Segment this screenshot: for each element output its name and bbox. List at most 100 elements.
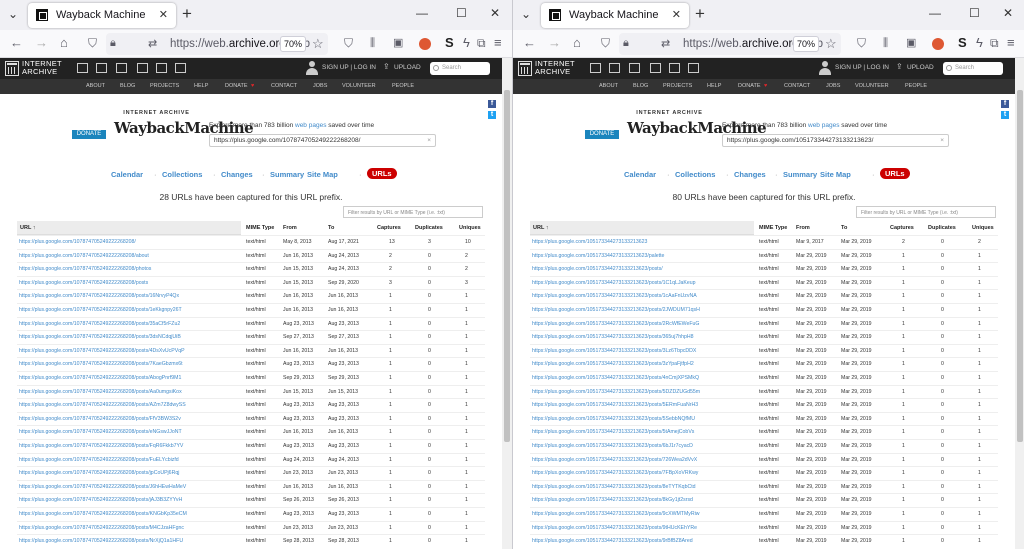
captures-column-header[interactable]: Captures	[377, 225, 401, 231]
wayback-tab-collections[interactable]: Collections	[675, 170, 715, 179]
signup-login-link[interactable]: SIGN UP | LOG IN	[322, 64, 376, 71]
capture-url-link[interactable]: https://plus.google.com/1078747052492222…	[19, 538, 183, 544]
capture-url-link[interactable]: https://plus.google.com/1051733442731332…	[532, 321, 699, 327]
capture-url-link[interactable]: https://plus.google.com/1078747052492222…	[19, 497, 182, 503]
capture-url-link[interactable]: https://plus.google.com/1078747052492222…	[19, 253, 149, 259]
capture-url-link[interactable]: https://plus.google.com/1078747052492222…	[19, 266, 151, 272]
zoom-level[interactable]: 70%	[280, 36, 306, 52]
capture-url-link[interactable]: https://plus.google.com/1078747052492222…	[19, 429, 182, 435]
minimize-icon[interactable]: —	[416, 6, 428, 20]
shield-icon[interactable]: ⛉	[88, 36, 97, 50]
ia-menu-item[interactable]: ABOUT	[86, 83, 105, 89]
ia-menu-item[interactable]: DONATE	[225, 83, 248, 89]
upload-icon[interactable]: ⇪	[896, 62, 903, 71]
uniques-column-header[interactable]: Uniques	[972, 225, 994, 231]
capture-url-link[interactable]: https://plus.google.com/1051733442731332…	[532, 538, 693, 544]
ia-menu-item[interactable]: BLOG	[633, 83, 648, 89]
upload-icon[interactable]: ⇪	[383, 62, 390, 71]
capture-url-link[interactable]: https://plus.google.com/1051733442731332…	[532, 443, 693, 449]
maximize-icon[interactable]: ☐	[969, 6, 980, 20]
wayback-logo[interactable]: Wayback​Machine	[627, 116, 767, 140]
url-column-header[interactable]: URL ↑	[533, 225, 548, 231]
pocket-icon[interactable]: ⛉	[344, 36, 353, 50]
audio-icon[interactable]	[137, 63, 148, 73]
ia-menu-item[interactable]: BLOG	[120, 83, 135, 89]
wayback-tab-changes[interactable]: Changes	[221, 170, 253, 179]
page-scrollbar[interactable]	[1015, 58, 1024, 549]
capture-url-link[interactable]: https://plus.google.com/1078747052492222…	[19, 443, 183, 449]
capture-url-link[interactable]: https://plus.google.com/1051733442731332…	[532, 429, 694, 435]
capture-url-link[interactable]: https://plus.google.com/1078747052492222…	[19, 321, 180, 327]
extensions-icon[interactable]: ⧉	[990, 36, 999, 50]
mime-column-header[interactable]: MIME Type	[759, 225, 787, 231]
tab-list-icon[interactable]: ⌄	[8, 7, 18, 21]
capture-url-link[interactable]: https://plus.google.com/1051733442731332…	[532, 375, 699, 381]
duplicates-column-header[interactable]: Duplicates	[415, 225, 443, 231]
from-column-header[interactable]: From	[283, 225, 297, 231]
capture-url-link[interactable]: https://plus.google.com/1051733442731332…	[532, 253, 664, 259]
duckduckgo-icon[interactable]	[932, 38, 944, 50]
ia-search-input[interactable]: Search	[430, 62, 490, 75]
reader-icon[interactable]: ▣	[393, 36, 403, 50]
donate-button[interactable]: DONATE	[72, 130, 106, 139]
video-icon[interactable]	[116, 63, 127, 73]
menu-icon[interactable]: ≡	[1007, 36, 1015, 50]
audio-icon[interactable]	[650, 63, 661, 73]
capture-url-link[interactable]: https://plus.google.com/1051733442731332…	[532, 416, 695, 422]
capture-url-link[interactable]: https://plus.google.com/1051733442731332…	[532, 457, 697, 463]
upload-link[interactable]: UPLOAD	[907, 64, 934, 71]
capture-url-link[interactable]: https://plus.google.com/1051733442731332…	[532, 293, 697, 299]
wayback-tab-changes[interactable]: Changes	[734, 170, 766, 179]
wayback-url-input[interactable]: https://plus.google.com/1078747052492222…	[209, 134, 436, 147]
extensions-icon[interactable]: ⧉	[477, 36, 486, 50]
ia-menu-item[interactable]: VOLUNTEER	[855, 83, 889, 89]
page-scrollbar[interactable]	[502, 58, 512, 549]
capture-url-link[interactable]: https://plus.google.com/1078747052492222…	[19, 307, 182, 313]
close-tab-icon[interactable]: ✕	[159, 8, 168, 21]
duckduckgo-icon[interactable]	[419, 38, 431, 50]
capture-url-link[interactable]: https://plus.google.com/1078747052492222…	[19, 389, 182, 395]
upload-link[interactable]: UPLOAD	[394, 64, 421, 71]
ia-menu-item[interactable]: CONTACT	[784, 83, 810, 89]
capture-url-link[interactable]: https://plus.google.com/1051733442731332…	[532, 497, 693, 503]
capture-url-link[interactable]: https://plus.google.com/1078747052492222…	[19, 361, 183, 367]
forward-icon[interactable]: →	[35, 36, 48, 50]
wayback-logo[interactable]: Wayback​Machine	[114, 116, 254, 140]
software-icon[interactable]	[669, 63, 680, 73]
duplicates-column-header[interactable]: Duplicates	[928, 225, 956, 231]
wayback-tab-urls[interactable]: URLs	[880, 168, 910, 179]
close-window-icon[interactable]: ✕	[1003, 6, 1013, 20]
from-column-header[interactable]: From	[796, 225, 810, 231]
web-icon[interactable]	[590, 63, 601, 73]
mime-column-header[interactable]: MIME Type	[246, 225, 274, 231]
donate-button[interactable]: DONATE	[585, 130, 619, 139]
address-bar[interactable]: 🔒︎ ⇄ https://web.archive.org/web 70% ☆	[106, 33, 328, 55]
pocket-icon[interactable]: ⛉	[857, 36, 866, 50]
twitter-icon[interactable]: t	[488, 111, 496, 119]
signup-login-link[interactable]: SIGN UP | LOG IN	[835, 64, 889, 71]
to-column-header[interactable]: To	[328, 225, 334, 231]
maximize-icon[interactable]: ☐	[456, 6, 467, 20]
forward-icon[interactable]: →	[548, 36, 561, 50]
twitter-icon[interactable]: t	[1001, 111, 1009, 119]
capture-url-link[interactable]: https://plus.google.com/1078747052492222…	[19, 334, 181, 340]
capture-url-link[interactable]: https://plus.google.com/1078747052492222…	[19, 348, 185, 354]
capture-url-link[interactable]: https://plus.google.com/1078747052492222…	[19, 280, 148, 286]
permissions-icon[interactable]: ⇄	[661, 37, 670, 50]
uniques-column-header[interactable]: Uniques	[459, 225, 481, 231]
captures-column-header[interactable]: Captures	[890, 225, 914, 231]
images-icon[interactable]	[688, 63, 699, 73]
extension-s-icon[interactable]: S	[958, 36, 967, 50]
ia-menu-item[interactable]: HELP	[707, 83, 721, 89]
browser-tab[interactable]: Wayback Machine ✕	[28, 3, 176, 28]
ia-menu-item[interactable]: PROJECTS	[663, 83, 692, 89]
capture-url-link[interactable]: https://plus.google.com/1078747052492222…	[19, 525, 184, 531]
ia-menu-item[interactable]: PROJECTS	[150, 83, 179, 89]
capture-url-link[interactable]: https://plus.google.com/1051733442731332…	[532, 266, 663, 272]
capture-url-link[interactable]: https://plus.google.com/1078747052492222…	[19, 293, 179, 299]
capture-url-link[interactable]: https://plus.google.com/1051733442731332…	[532, 470, 698, 476]
ia-menu-item[interactable]: VOLUNTEER	[342, 83, 376, 89]
wayback-tab-calendar[interactable]: Calendar	[624, 170, 656, 179]
close-tab-icon[interactable]: ✕	[672, 8, 681, 21]
software-icon[interactable]	[156, 63, 167, 73]
